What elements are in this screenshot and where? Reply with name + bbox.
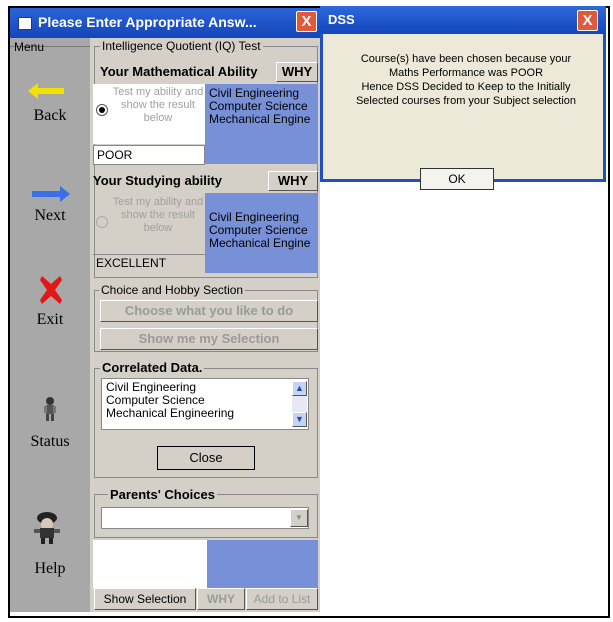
scroll-up-icon[interactable]: ▲ bbox=[292, 381, 307, 396]
dss-message: Course(s) have been chosen because your … bbox=[330, 52, 602, 108]
main-close-button[interactable]: X bbox=[296, 11, 317, 32]
parents-choices-select[interactable]: ▼ bbox=[101, 507, 309, 529]
study-course-list: Civil Engineering Computer Science Mecha… bbox=[209, 211, 319, 250]
scroll-down-icon[interactable]: ▼ bbox=[292, 412, 307, 427]
main-window-title: Please Enter Appropriate Answ... bbox=[38, 14, 257, 30]
bottom-why-button[interactable]: WHY bbox=[197, 588, 245, 610]
next-label: Next bbox=[34, 207, 66, 224]
math-ability-title: Your Mathematical Ability bbox=[100, 64, 258, 79]
bottom-white-pane bbox=[93, 540, 207, 588]
study-why-button[interactable]: WHY bbox=[268, 171, 318, 191]
choice-group-label: Choice and Hobby Section bbox=[99, 283, 246, 297]
study-test-radio[interactable] bbox=[96, 216, 108, 228]
dss-close-button[interactable]: X bbox=[577, 10, 598, 31]
dss-message-line: Hence DSS Decided to Keep to the Initial… bbox=[361, 81, 571, 93]
iq-group-label: Intelligence Quotient (IQ) Test bbox=[100, 39, 263, 53]
math-course-list: Civil Engineering Computer Science Mecha… bbox=[209, 87, 319, 126]
list-scrollbar[interactable]: ▲ ▼ bbox=[292, 381, 307, 427]
person-icon bbox=[44, 397, 56, 421]
exit-label: Exit bbox=[36, 311, 64, 328]
dss-message-line: Selected courses from your Subject selec… bbox=[355, 95, 577, 107]
math-course: Mechanical Engine bbox=[209, 112, 311, 126]
study-course: Mechanical Engine bbox=[209, 236, 311, 250]
back-label: Back bbox=[33, 107, 67, 124]
character-icon bbox=[34, 512, 60, 544]
math-result-field: POOR bbox=[93, 145, 205, 165]
dss-message-line: Course(s) have been chosen because your bbox=[360, 53, 572, 65]
correlated-data-title: Correlated Data. bbox=[100, 360, 205, 375]
red-x-icon bbox=[40, 276, 62, 304]
blue-arrow-right-icon bbox=[32, 186, 70, 202]
study-result-field: EXCELLENT bbox=[93, 254, 205, 272]
dss-title: DSS bbox=[328, 12, 355, 27]
chevron-down-icon[interactable]: ▼ bbox=[290, 509, 308, 527]
close-button[interactable]: Close bbox=[157, 446, 255, 470]
window-icon bbox=[18, 17, 32, 30]
show-selection-button[interactable]: Show me my Selection bbox=[100, 328, 318, 350]
study-test-label: Test my ability and show the result belo… bbox=[112, 196, 204, 234]
show-selection-bottom-button[interactable]: Show Selection bbox=[94, 588, 196, 610]
correlated-list[interactable]: Civil Engineering Computer Science Mecha… bbox=[101, 378, 309, 430]
list-item[interactable]: Mechanical Engineering bbox=[106, 407, 234, 420]
study-ability-title: Your Studying ability bbox=[93, 173, 223, 188]
parents-choices-title: Parents' Choices bbox=[108, 487, 217, 502]
math-why-button[interactable]: WHY bbox=[276, 62, 318, 82]
help-label: Help bbox=[34, 560, 66, 577]
ok-button[interactable]: OK bbox=[420, 168, 494, 190]
yellow-arrow-left-icon bbox=[28, 83, 64, 99]
choose-what-you-like-button[interactable]: Choose what you like to do bbox=[100, 300, 318, 322]
add-to-list-button[interactable]: Add to List bbox=[246, 588, 318, 610]
math-test-label: Test my ability and show the result belo… bbox=[112, 86, 204, 124]
menu-label: Menu bbox=[14, 40, 45, 54]
status-label: Status bbox=[30, 433, 70, 450]
dss-titlebar[interactable]: DSS bbox=[320, 6, 606, 34]
math-test-radio[interactable] bbox=[96, 104, 108, 116]
dss-message-line: Maths Performance was POOR bbox=[388, 67, 544, 79]
bottom-blue-pane bbox=[207, 540, 318, 588]
main-window-titlebar[interactable]: Please Enter Appropriate Answ... bbox=[10, 8, 326, 38]
